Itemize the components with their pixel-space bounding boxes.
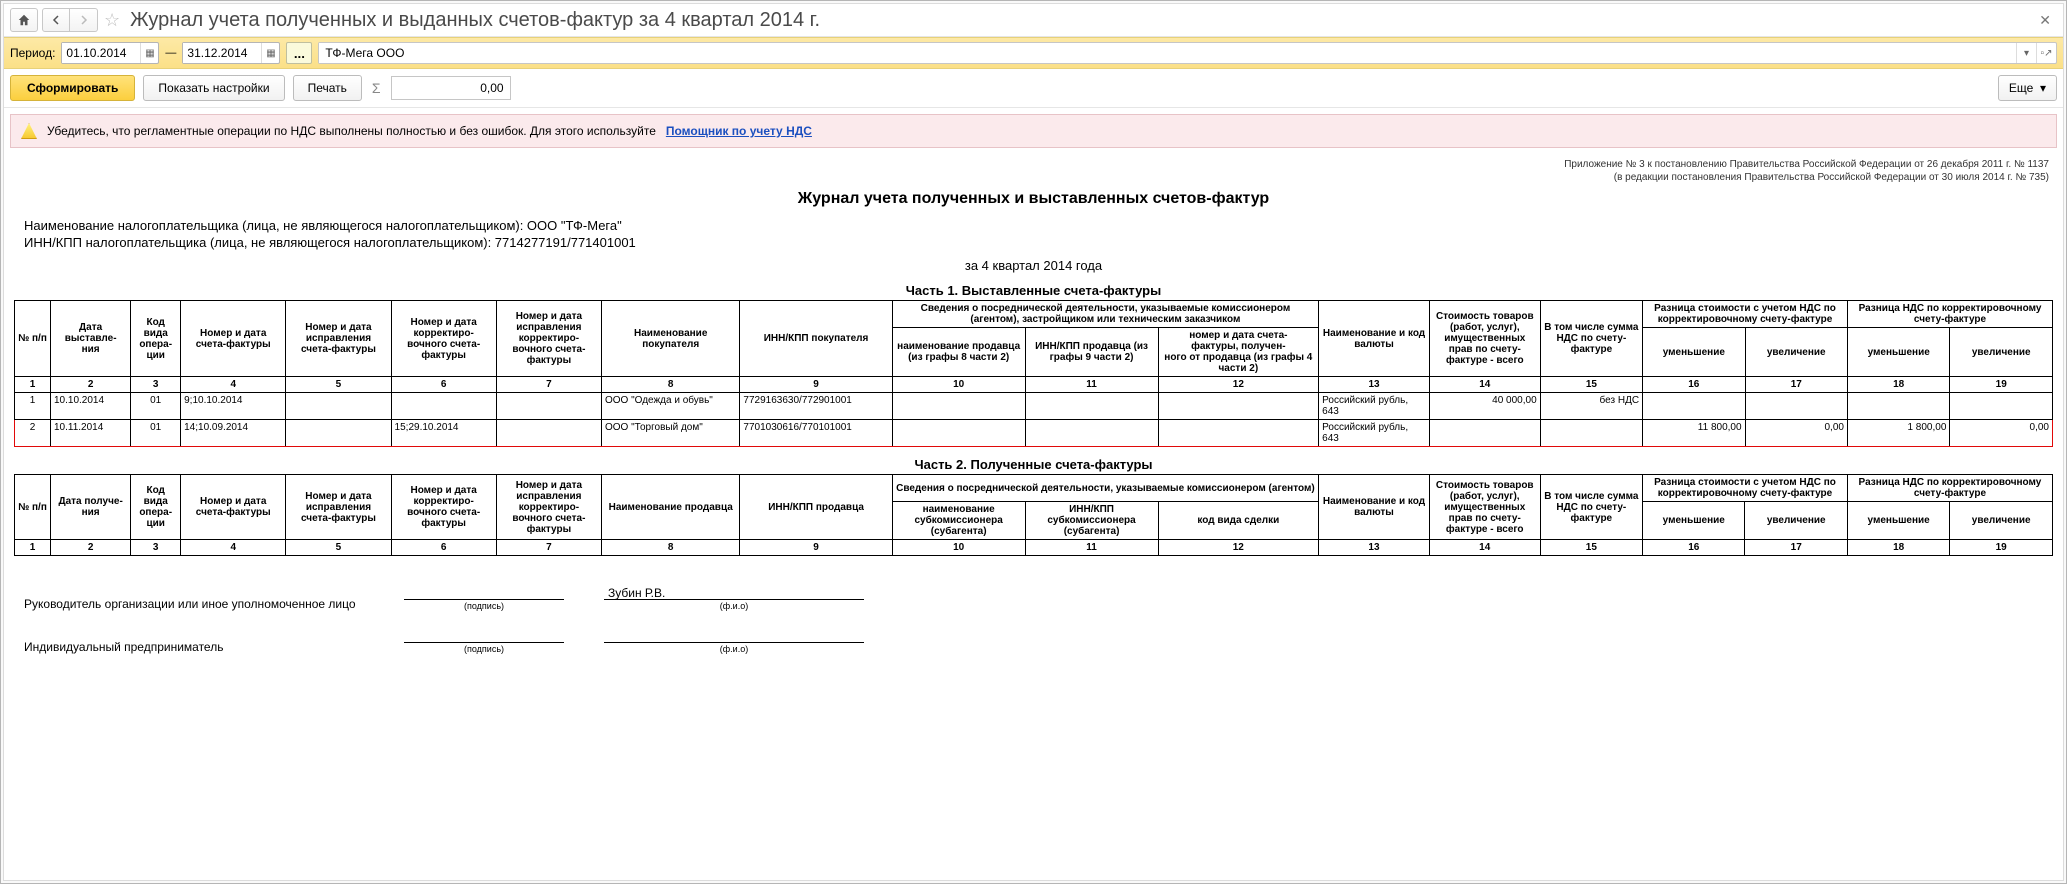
- organization-input[interactable]: [319, 43, 2016, 63]
- head-sign-line: [404, 586, 564, 600]
- org-open-icon[interactable]: ▫↗: [2036, 43, 2056, 63]
- period-from-input[interactable]: [62, 43, 140, 63]
- part2-table: № п/п Дата получе- ния Код вида опера- ц…: [14, 474, 2053, 556]
- generate-button[interactable]: Сформировать: [10, 75, 135, 101]
- warning-banner: Убедитесь, что регламентные операции по …: [10, 114, 2057, 148]
- calendar-to-icon[interactable]: ▦: [261, 43, 279, 63]
- part2-title: Часть 2. Полученные счета-фактуры: [14, 457, 2053, 472]
- nav-back-button[interactable]: [42, 8, 70, 32]
- part1-table: № п/п Дата выставле- ния Код вида опера-…: [14, 300, 2053, 447]
- period-label: Период:: [10, 46, 55, 60]
- period-to-input[interactable]: [183, 43, 261, 63]
- report-title: Журнал учета полученных и выставленных с…: [14, 190, 2053, 208]
- sum-input[interactable]: [391, 76, 511, 100]
- ip-label: Индивидуальный предприниматель: [24, 640, 364, 654]
- arrow-right-icon: [79, 15, 89, 25]
- period-picker-button[interactable]: ...: [286, 42, 312, 64]
- sigma-icon: Σ: [370, 80, 383, 96]
- vat-helper-link[interactable]: Помощник по учету НДС: [666, 124, 812, 138]
- ip-fio-line: [604, 629, 864, 643]
- report-quarter: за 4 квартал 2014 года: [14, 258, 2053, 273]
- arrow-left-icon: [51, 15, 61, 25]
- warning-text: Убедитесь, что регламентные операции по …: [47, 124, 656, 138]
- head-fio: Зубин Р.В.: [604, 586, 864, 600]
- table-row[interactable]: 210.11.20140114;10.09.201415;29.10.2014О…: [15, 420, 2053, 447]
- head-label: Руководитель организации или иное уполно…: [24, 597, 364, 611]
- warning-icon: [21, 123, 37, 139]
- more-button[interactable]: Еще ▾: [1998, 75, 2057, 101]
- taxpayer-inn: ИНН/КПП налогоплательщика (лица, не явля…: [24, 235, 2053, 250]
- home-icon: [17, 13, 31, 27]
- calendar-from-icon[interactable]: ▦: [140, 43, 158, 63]
- show-settings-button[interactable]: Показать настройки: [143, 75, 284, 101]
- table-row[interactable]: 110.10.2014019;10.10.2014ООО "Одежда и о…: [15, 393, 2053, 420]
- home-button[interactable]: [10, 8, 38, 32]
- org-dropdown-icon[interactable]: ▾: [2016, 43, 2036, 63]
- signatures-block: Руководитель организации или иное уполно…: [24, 586, 2053, 654]
- favorite-star-icon[interactable]: ☆: [104, 10, 120, 31]
- print-button[interactable]: Печать: [293, 75, 362, 101]
- close-button[interactable]: ✕: [2033, 12, 2057, 29]
- ip-sign-line: [404, 629, 564, 643]
- period-dash: —: [165, 47, 176, 59]
- nav-forward-button[interactable]: [70, 8, 98, 32]
- regulation-note: Приложение № 3 к постановлению Правитель…: [14, 158, 2049, 184]
- taxpayer-name: Наименование налогоплательщика (лица, не…: [24, 218, 2053, 233]
- part1-title: Часть 1. Выставленные счета-фактуры: [14, 283, 2053, 298]
- page-title: Журнал учета полученных и выданных счето…: [130, 9, 2029, 32]
